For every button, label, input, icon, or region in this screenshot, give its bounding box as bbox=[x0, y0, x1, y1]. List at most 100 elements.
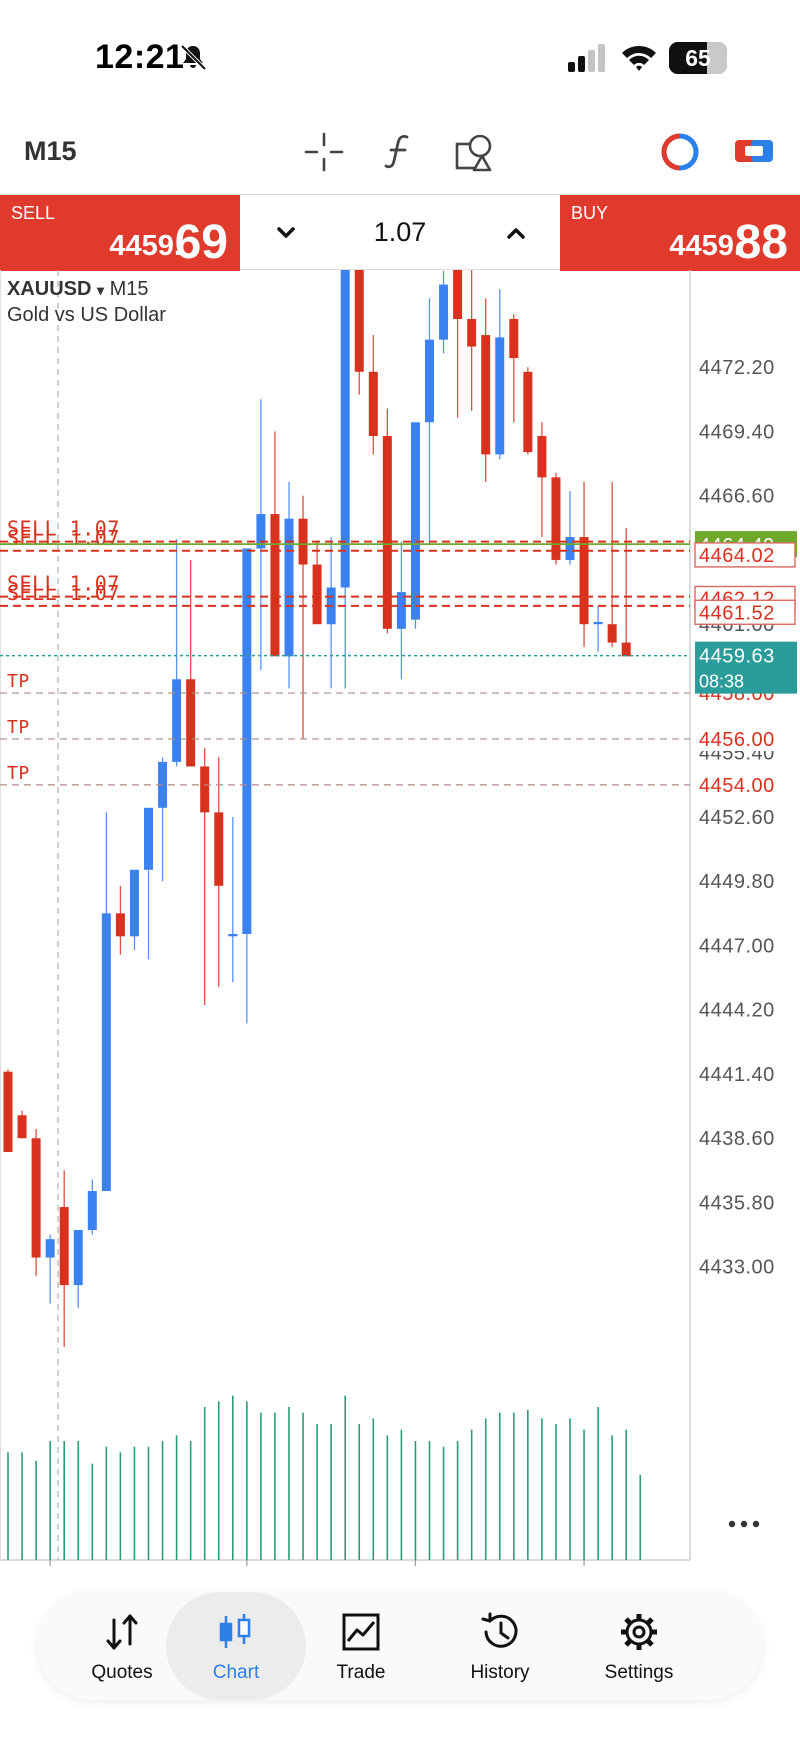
sell-order-label: SELL 1.07 bbox=[7, 581, 120, 605]
battery-level: 65 bbox=[685, 45, 711, 71]
indicators-icon[interactable] bbox=[377, 130, 421, 174]
chevron-up-icon[interactable] bbox=[500, 217, 532, 249]
candle-body bbox=[270, 514, 280, 657]
candle-body bbox=[115, 913, 125, 937]
price-tag-text: 4456.00 bbox=[699, 729, 775, 751]
price-tick-label: 4433.00 bbox=[699, 1257, 775, 1279]
candle-body bbox=[172, 679, 182, 762]
candle-body bbox=[439, 284, 449, 340]
one-click-trade-panel: SELL 4459. 69 1.07 BUY 4459. 88 bbox=[0, 194, 800, 271]
chart-toolbar: M15 bbox=[0, 110, 800, 194]
candle-body bbox=[368, 371, 378, 437]
nav-history-label: History bbox=[470, 1662, 530, 1683]
price-tick-label: 4444.20 bbox=[699, 1000, 775, 1022]
one-click-icon[interactable] bbox=[658, 130, 702, 174]
app-root: 12:21 65 M15 SELL 4459. 69 1.07 BUY 4459… bbox=[0, 0, 800, 1739]
nav-history[interactable]: History bbox=[430, 1592, 570, 1700]
chevron-down-icon[interactable] bbox=[270, 217, 302, 249]
candle-body bbox=[129, 869, 139, 937]
bottom-navigation: Quotes Chart Trade History Settings bbox=[38, 1592, 762, 1700]
sell-label: SELL bbox=[11, 203, 56, 223]
price-tick-label: 4447.00 bbox=[699, 935, 775, 957]
price-chart[interactable]: 4472.204469.404466.604464.004461.004458.… bbox=[0, 270, 800, 1570]
candle-body bbox=[59, 1207, 69, 1286]
price-tick-label: 4441.40 bbox=[699, 1064, 775, 1086]
candle-body bbox=[101, 913, 111, 1192]
candle-body bbox=[425, 339, 434, 423]
buy-label: BUY bbox=[571, 203, 609, 223]
candle-body bbox=[551, 477, 561, 560]
signal-icon bbox=[568, 44, 605, 72]
candle-body bbox=[31, 1138, 41, 1258]
candle-body bbox=[523, 371, 533, 453]
symbol-name: XAUUSD bbox=[7, 278, 92, 300]
take-profit-label: TP bbox=[7, 671, 30, 692]
nav-settings-label: Settings bbox=[604, 1662, 674, 1683]
candle-body bbox=[495, 337, 505, 455]
nav-trade[interactable]: Trade bbox=[291, 1592, 431, 1700]
candle-body bbox=[214, 812, 224, 886]
buy-price-prefix: 4459. bbox=[669, 230, 742, 262]
chart-candles-icon bbox=[219, 1614, 251, 1648]
chart-symbol-label[interactable]: XAUUSD ▾ M15 bbox=[7, 278, 149, 301]
candle-body bbox=[621, 642, 631, 657]
sell-price-big: 69 bbox=[174, 216, 228, 269]
candles-group bbox=[3, 270, 631, 1348]
more-icon[interactable] bbox=[724, 1516, 764, 1532]
candle-body bbox=[537, 436, 547, 478]
history-icon bbox=[481, 1612, 518, 1648]
nav-chart-label: Chart bbox=[212, 1662, 260, 1683]
bell-muted-icon bbox=[180, 44, 207, 71]
objects-icon[interactable] bbox=[452, 130, 496, 174]
chart-timeframe: M15 bbox=[109, 278, 149, 300]
settings-gear-icon bbox=[621, 1614, 657, 1650]
timeframe-selector[interactable]: M15 bbox=[24, 136, 77, 167]
candle-body bbox=[17, 1115, 27, 1139]
sell-order-label: SELL 1.07 bbox=[7, 526, 120, 550]
trade-icon bbox=[342, 1613, 380, 1651]
symbol-dropdown-icon[interactable]: ▾ bbox=[97, 282, 104, 298]
sync-icon[interactable] bbox=[732, 130, 776, 174]
take-profit-label: TP bbox=[7, 717, 30, 738]
candle-body bbox=[593, 621, 603, 625]
sell-button[interactable]: SELL 4459. 69 bbox=[0, 195, 240, 271]
candle-body bbox=[186, 679, 196, 767]
candle-body bbox=[467, 319, 477, 347]
candle-body bbox=[228, 934, 238, 937]
candle-body bbox=[73, 1230, 83, 1286]
buy-button[interactable]: BUY 4459. 88 bbox=[560, 195, 800, 271]
candle-body bbox=[340, 270, 350, 588]
buy-price-big: 88 bbox=[734, 216, 788, 269]
price-tick-label: 4449.80 bbox=[699, 871, 775, 893]
price-tag-text: 4461.52 bbox=[699, 602, 775, 624]
candle-body bbox=[200, 766, 210, 813]
price-tick-label: 4472.20 bbox=[699, 357, 775, 379]
status-time: 12:21 bbox=[95, 38, 185, 76]
candle-body bbox=[87, 1191, 97, 1231]
chart-canvas[interactable]: 4472.204469.404466.604464.004461.004458.… bbox=[0, 270, 800, 1570]
candle-body bbox=[481, 335, 491, 455]
candle-body bbox=[354, 270, 364, 372]
candle-body bbox=[312, 564, 322, 625]
bid-tag-price: 4459.63 bbox=[699, 646, 775, 668]
candle-body bbox=[410, 422, 420, 620]
candle-body bbox=[509, 319, 519, 359]
candle-body bbox=[45, 1239, 55, 1258]
wifi-icon bbox=[622, 45, 656, 71]
price-tick-label: 4438.60 bbox=[699, 1128, 775, 1150]
candle-body bbox=[284, 518, 294, 657]
sell-price-prefix: 4459. bbox=[109, 230, 182, 262]
nav-settings[interactable]: Settings bbox=[569, 1592, 709, 1700]
crosshair-icon[interactable] bbox=[302, 130, 346, 174]
candle-body bbox=[607, 624, 617, 643]
candle-body bbox=[144, 807, 153, 870]
status-bar: 12:21 65 bbox=[0, 0, 800, 110]
nav-chart[interactable]: Chart bbox=[166, 1592, 306, 1700]
symbol-description: Gold vs US Dollar bbox=[7, 304, 166, 326]
price-tag-text: 4464.02 bbox=[699, 545, 775, 567]
candle-body bbox=[565, 537, 575, 560]
lot-size-input[interactable]: 1.07 bbox=[330, 217, 470, 248]
candle-body bbox=[382, 436, 392, 629]
candle-body bbox=[3, 1071, 13, 1152]
nav-trade-label: Trade bbox=[336, 1662, 386, 1683]
